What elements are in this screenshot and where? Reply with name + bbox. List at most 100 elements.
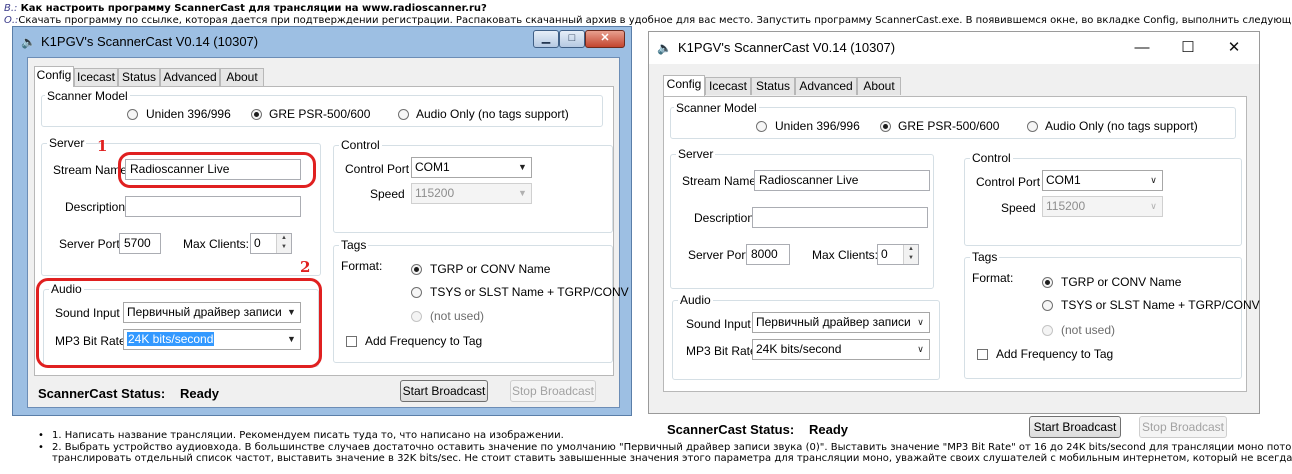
right-speed-select: 115200 ∨ bbox=[1042, 196, 1163, 217]
left-start-broadcast-button[interactable]: Start Broadcast bbox=[400, 380, 488, 402]
right-radio-tsys[interactable] bbox=[1042, 300, 1053, 311]
right-window: 🔈 K1PGV's ScannerCast V0.14 (10307) — ☐ … bbox=[648, 31, 1260, 438]
minimize-icon[interactable]: — bbox=[1119, 34, 1165, 62]
chevron-down-icon: ∨ bbox=[912, 313, 929, 332]
annotation-marker-2: 2 bbox=[300, 258, 311, 276]
right-description-label: Description bbox=[694, 211, 755, 225]
left-max-clients-label: Max Clients: bbox=[183, 237, 250, 251]
right-add-frequency-checkbox[interactable] bbox=[977, 349, 988, 360]
left-tab-icecast[interactable]: Icecast bbox=[74, 68, 118, 86]
left-server-legend: Server bbox=[47, 136, 87, 150]
right-server-port-input[interactable]: 8000 bbox=[746, 244, 790, 265]
right-control-port-select[interactable]: COM1 ∨ bbox=[1042, 170, 1163, 191]
right-tags-legend: Tags bbox=[970, 250, 1000, 264]
right-description-input[interactable] bbox=[752, 207, 928, 228]
left-radio-gre-label: GRE PSR-500/600 bbox=[269, 107, 371, 121]
left-radio-gre[interactable] bbox=[251, 109, 262, 120]
chevron-down-icon: ∨ bbox=[1145, 171, 1162, 190]
left-speed-select: 115200 ▼ bbox=[411, 183, 532, 204]
right-bitrate-value: 24K bits/second bbox=[756, 342, 842, 356]
left-radio-audio-only-label: Audio Only (no tags support) bbox=[416, 107, 569, 121]
right-radio-tgrp[interactable] bbox=[1042, 277, 1053, 288]
left-control-port-label: Control Port bbox=[345, 162, 410, 176]
left-speed-value: 115200 bbox=[415, 186, 455, 200]
left-control-port-select[interactable]: COM1 ▼ bbox=[411, 157, 532, 178]
spinner-arrows-icon[interactable]: ▲ ▼ bbox=[903, 245, 918, 264]
left-radio-uniden[interactable] bbox=[127, 109, 138, 120]
right-sound-input-select[interactable]: Первичный драйвер записи зв ∨ bbox=[752, 312, 930, 333]
right-max-clients-stepper[interactable]: 0 ▲ ▼ bbox=[877, 244, 919, 265]
right-max-clients-value: 0 bbox=[881, 247, 888, 261]
right-format-label: Format: bbox=[972, 271, 1014, 285]
left-tab-about[interactable]: About bbox=[220, 68, 264, 86]
right-window-title: K1PGV's ScannerCast V0.14 (10307) bbox=[678, 40, 896, 55]
left-radio-not-used-label: (not used) bbox=[430, 309, 485, 323]
right-stream-name-input[interactable]: Radioscanner Live bbox=[754, 170, 930, 191]
speaker-icon: 🔈 bbox=[657, 41, 672, 55]
right-tab-about[interactable]: About bbox=[857, 77, 901, 95]
right-control-port-label: Control Port bbox=[976, 175, 1041, 189]
left-tab-advanced[interactable]: Advanced bbox=[160, 68, 220, 86]
left-server-port-label: Server Port bbox=[59, 237, 120, 251]
right-stream-name-label: Stream Name bbox=[682, 174, 757, 188]
left-server-port-input[interactable]: 5700 bbox=[119, 233, 161, 254]
left-add-frequency-checkbox[interactable] bbox=[346, 336, 357, 347]
right-tab-config[interactable]: Config bbox=[663, 75, 705, 96]
annotation-box-stream-name bbox=[118, 152, 316, 188]
right-control-port-value: COM1 bbox=[1046, 173, 1081, 187]
chevron-down-icon: ▼ bbox=[514, 184, 531, 203]
right-max-clients-label: Max Clients: bbox=[812, 248, 879, 262]
chevron-down-icon: ∨ bbox=[1145, 197, 1162, 216]
left-status-label: ScannerCast Status: bbox=[38, 386, 166, 401]
left-radio-tgrp[interactable] bbox=[411, 264, 422, 275]
right-bitrate-select[interactable]: 24K bits/second ∨ bbox=[752, 339, 930, 360]
left-radio-not-used bbox=[411, 311, 422, 322]
annotation-box-audio bbox=[36, 278, 322, 368]
close-icon[interactable]: ✕ bbox=[1211, 34, 1257, 62]
chevron-down-icon: ▼ bbox=[514, 158, 531, 177]
right-radio-not-used bbox=[1042, 325, 1053, 336]
instructions-list: 1. Написать название трансляции. Рекомен… bbox=[38, 430, 1292, 465]
close-icon[interactable]: ✕ bbox=[585, 30, 625, 48]
right-radio-not-used-label: (not used) bbox=[1061, 323, 1116, 337]
left-stop-broadcast-button: Stop Broadcast bbox=[510, 380, 596, 402]
right-bitrate-label: MP3 Bit Rate bbox=[686, 344, 757, 358]
left-description-label: Description bbox=[65, 200, 126, 214]
left-window-title: K1PGV's ScannerCast V0.14 (10307) bbox=[41, 34, 259, 49]
right-client-area: Config Icecast Status Advanced About Sca… bbox=[649, 64, 1260, 438]
question-text: Как настроить программу ScannerCast для … bbox=[20, 3, 487, 14]
right-tab-icecast[interactable]: Icecast bbox=[705, 77, 751, 95]
maximize-icon[interactable]: ☐ bbox=[1165, 34, 1211, 62]
left-scanner-model-legend: Scanner Model bbox=[45, 89, 130, 103]
speaker-icon: 🔈 bbox=[21, 35, 36, 49]
right-tab-status[interactable]: Status bbox=[751, 77, 795, 95]
right-add-frequency-label: Add Frequency to Tag bbox=[996, 347, 1114, 361]
minimize-icon[interactable]: ▁ bbox=[533, 30, 559, 48]
left-speed-label: Speed bbox=[370, 187, 405, 201]
left-max-clients-stepper[interactable]: 0 ▲ ▼ bbox=[250, 233, 292, 254]
left-titlebar[interactable]: 🔈 K1PGV's ScannerCast V0.14 (10307) ▁ □ … bbox=[13, 27, 631, 55]
left-tags-legend: Tags bbox=[339, 238, 369, 252]
left-radio-tsys[interactable] bbox=[411, 287, 422, 298]
right-radio-tsys-label: TSYS or SLST Name + TGRP/CONV bbox=[1061, 298, 1260, 312]
right-radio-gre[interactable] bbox=[880, 121, 891, 132]
question-line: В.: Как настроить программу ScannerCast … bbox=[4, 3, 487, 14]
right-tab-advanced[interactable]: Advanced bbox=[795, 77, 857, 95]
answer-line: О.:Скачать программу по ссылке, которая … bbox=[4, 15, 1292, 26]
left-radio-uniden-label: Uniden 396/996 bbox=[146, 107, 231, 121]
right-radio-uniden-label: Uniden 396/996 bbox=[775, 119, 860, 133]
left-description-input[interactable] bbox=[125, 196, 301, 217]
instruction-2-continued: транслировать отдельный список частот, в… bbox=[52, 453, 1292, 464]
right-radio-uniden[interactable] bbox=[756, 121, 767, 132]
left-tab-config[interactable]: Config bbox=[34, 66, 74, 87]
spinner-arrows-icon[interactable]: ▲ ▼ bbox=[276, 234, 291, 253]
right-sound-input-label: Sound Input bbox=[686, 317, 751, 331]
left-max-clients-value: 0 bbox=[254, 236, 261, 250]
right-config-panel: Scanner Model Uniden 396/996 GRE PSR-500… bbox=[663, 96, 1260, 392]
right-radio-audio-only[interactable] bbox=[1027, 121, 1038, 132]
left-radio-audio-only[interactable] bbox=[398, 109, 409, 120]
chevron-down-icon: ∨ bbox=[912, 340, 929, 359]
maximize-icon[interactable]: □ bbox=[559, 30, 585, 48]
right-server-legend: Server bbox=[676, 147, 716, 161]
left-tab-status[interactable]: Status bbox=[118, 68, 160, 86]
